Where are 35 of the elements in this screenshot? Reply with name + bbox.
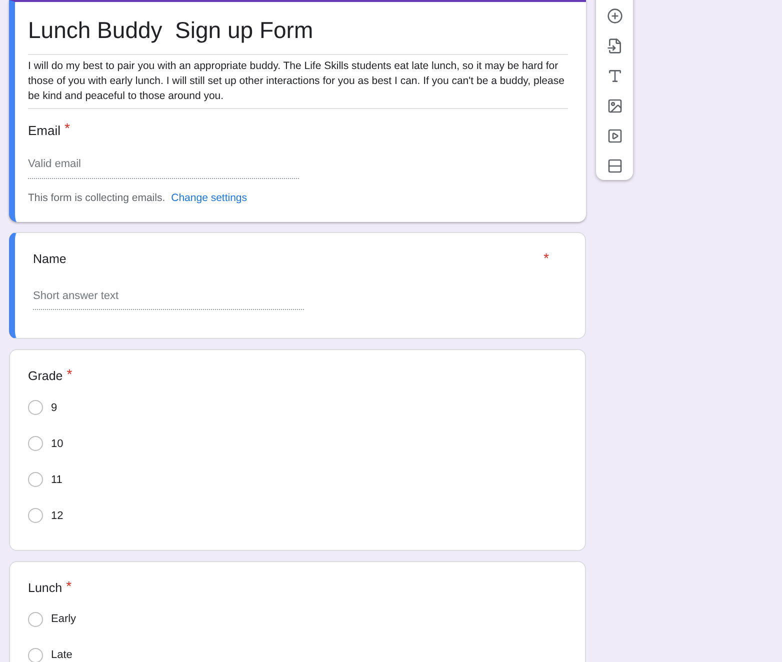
email-label: Email bbox=[28, 122, 61, 140]
required-asterisk: * bbox=[66, 578, 72, 593]
question-title: Name bbox=[33, 251, 66, 268]
question-card[interactable]: Grade * 9 10 11 12 bbox=[9, 349, 586, 551]
option-label: 9 bbox=[51, 400, 58, 416]
email-notice: This form is collecting emails. bbox=[28, 190, 166, 206]
option-label: 12 bbox=[51, 508, 64, 524]
text-icon bbox=[606, 68, 622, 84]
radio-button[interactable] bbox=[28, 400, 43, 416]
email-field[interactable]: Valid email bbox=[28, 150, 299, 178]
file-arrow-icon bbox=[606, 38, 622, 54]
radio-button[interactable] bbox=[28, 612, 43, 627]
radio-button[interactable] bbox=[28, 436, 43, 452]
form-description[interactable]: I will do my best to pair you with an appropriate buddy. The Life Skills students eat late lunch, so it may be hard for those of you with early lunch. I will still set up other interactions for you as best I can. If you can't be a buddy, please be kind and peaceful to those around you. bbox=[28, 59, 568, 104]
option-label: 10 bbox=[51, 436, 64, 452]
question-card[interactable]: Name * Short answer text bbox=[9, 232, 586, 339]
option-label: Early bbox=[51, 612, 76, 628]
play-icon bbox=[606, 128, 622, 144]
radio-button[interactable] bbox=[28, 472, 43, 488]
required-asterisk: * bbox=[64, 121, 70, 135]
answer-field[interactable]: Short answer text bbox=[33, 283, 304, 310]
question-card[interactable]: Lunch * Early Late bbox=[9, 560, 586, 662]
plus-circle-icon bbox=[606, 8, 622, 24]
rows-icon bbox=[606, 158, 622, 174]
image-icon bbox=[606, 98, 622, 114]
option-label: Late bbox=[51, 648, 72, 662]
question-title: Grade bbox=[28, 368, 63, 385]
required-asterisk: * bbox=[66, 367, 72, 381]
required-asterisk: * bbox=[544, 250, 549, 266]
radio-button[interactable] bbox=[28, 648, 43, 662]
radio-button[interactable] bbox=[28, 508, 43, 524]
question-title: Lunch bbox=[28, 580, 62, 597]
form-title[interactable]: Lunch Buddy Sign up Form bbox=[28, 17, 314, 43]
option-label: 11 bbox=[51, 472, 62, 488]
change-settings-link[interactable]: Change settings bbox=[171, 190, 248, 206]
